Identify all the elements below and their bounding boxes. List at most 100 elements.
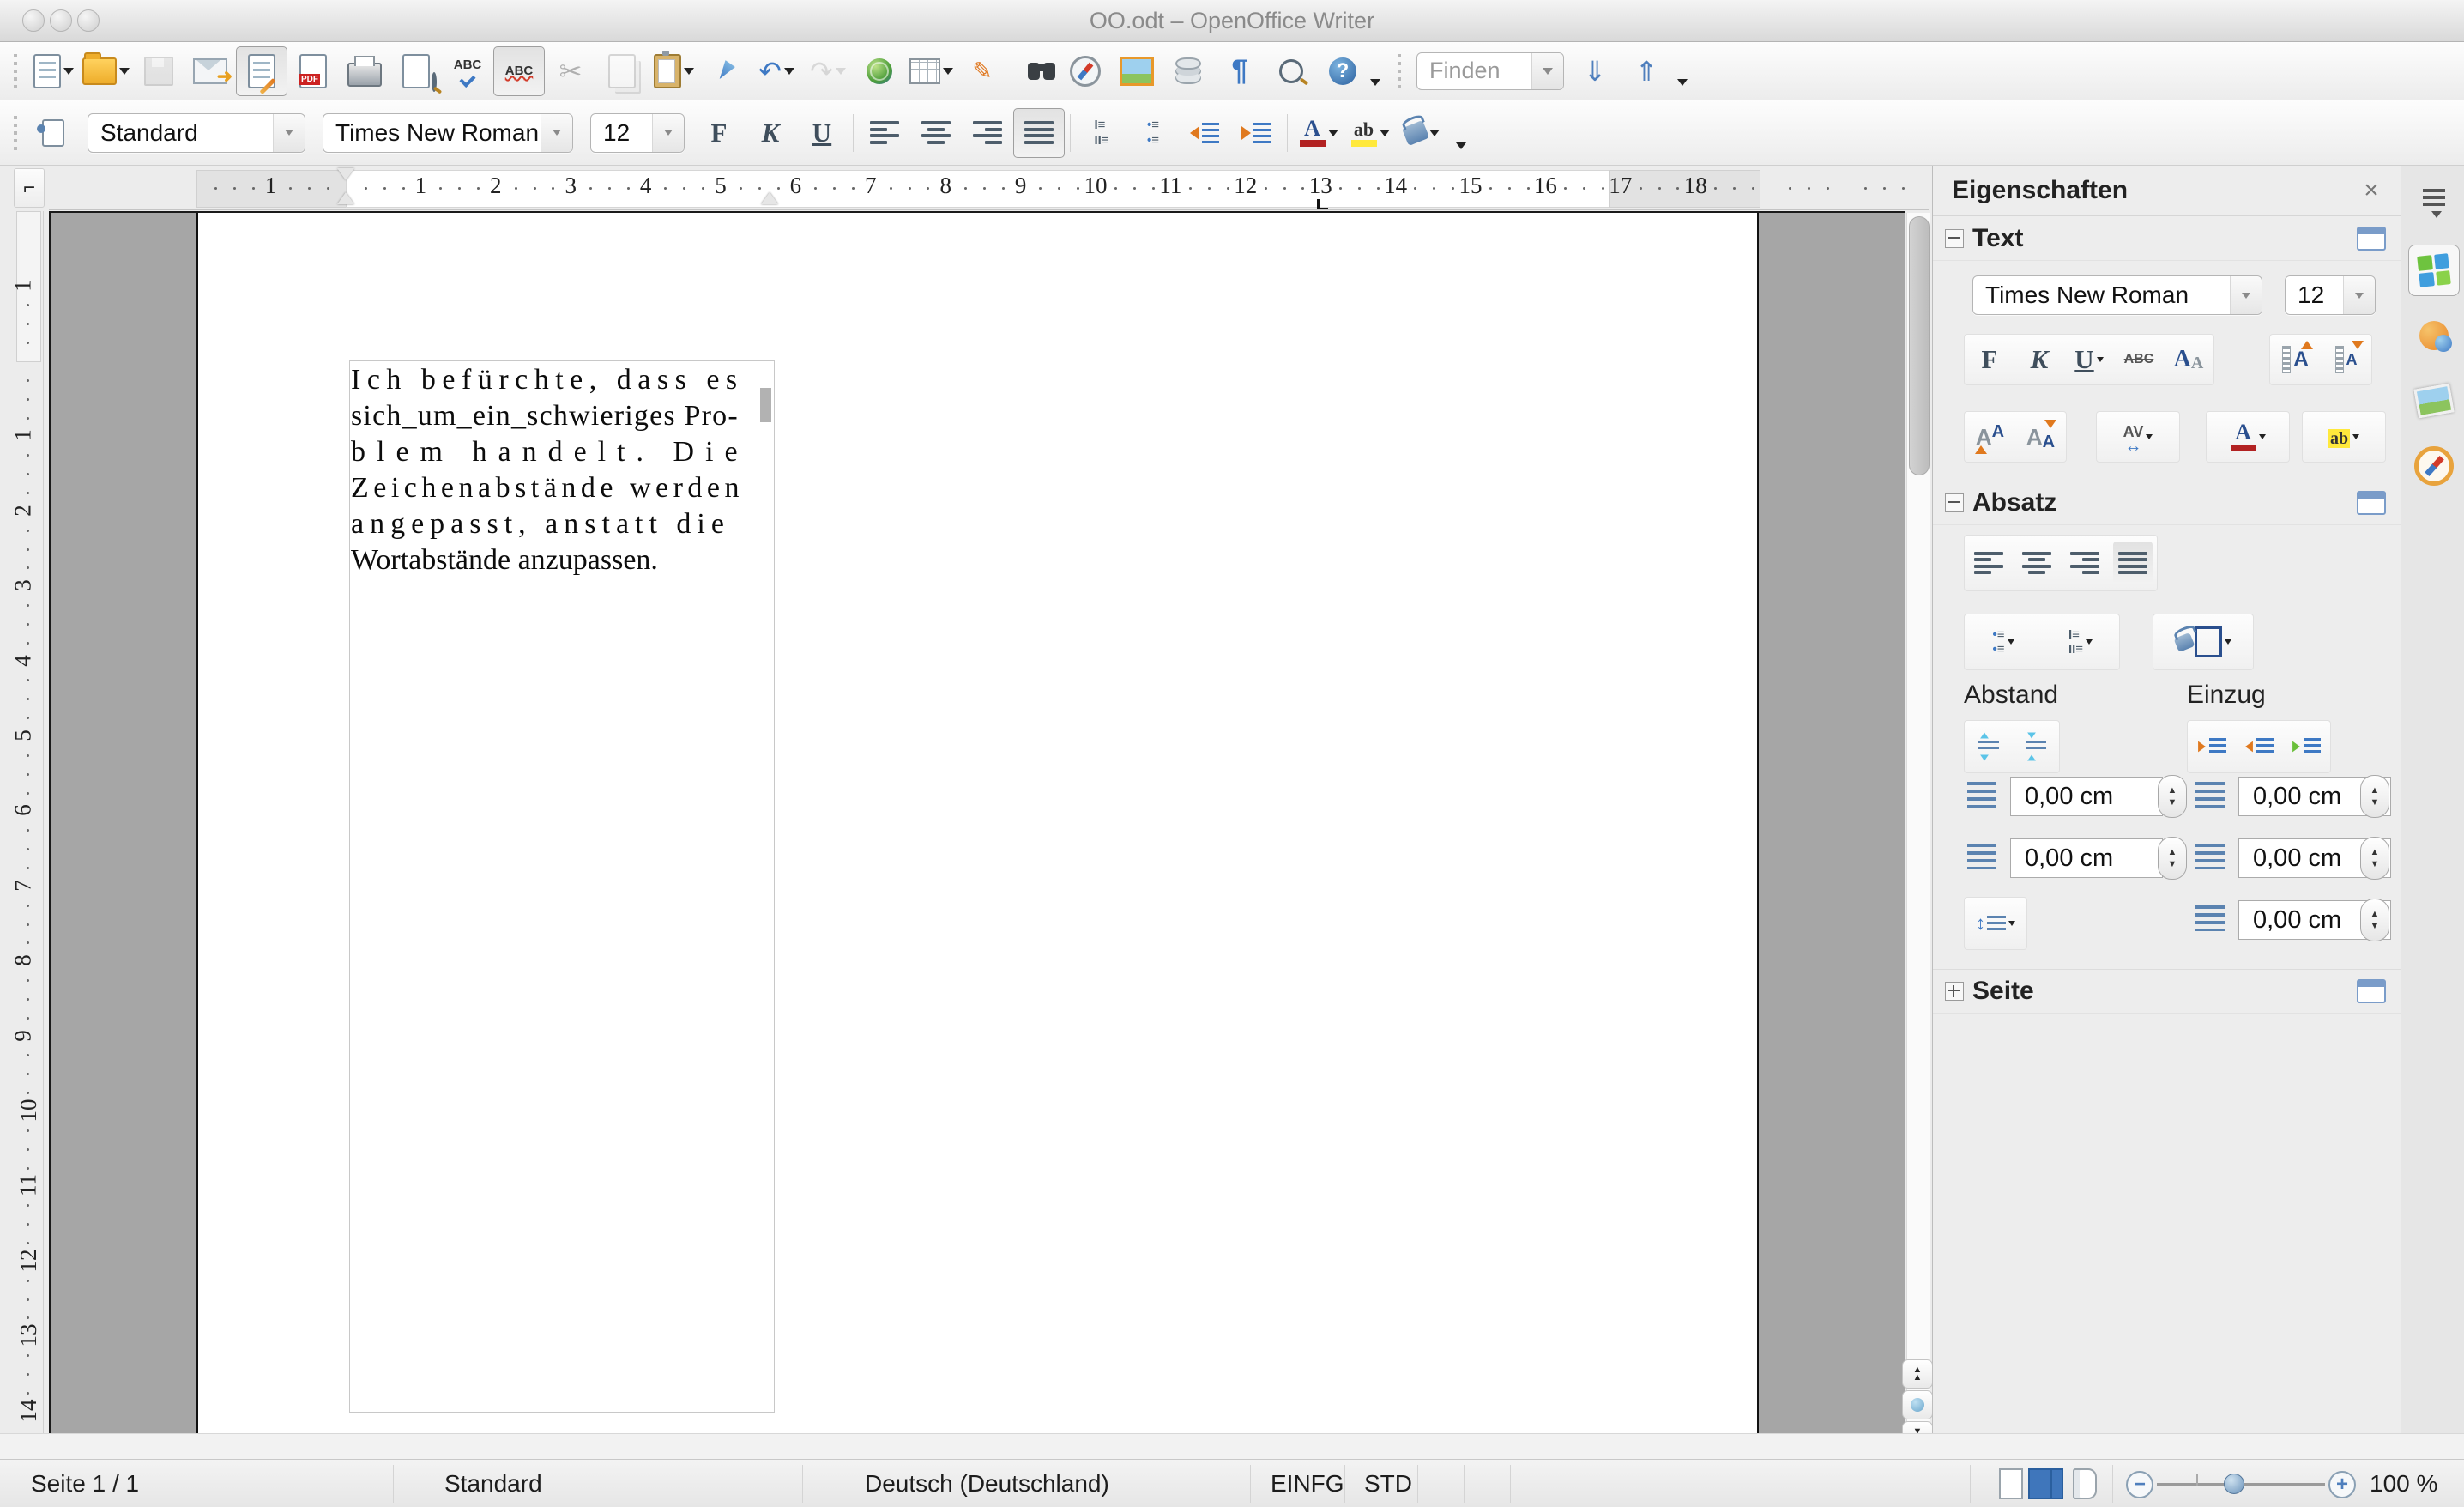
align-center-button[interactable] xyxy=(910,108,962,158)
zoom-slider-thumb[interactable] xyxy=(2224,1474,2244,1494)
sidebar-bold-button[interactable]: F xyxy=(1970,338,2009,381)
new-document-button[interactable] xyxy=(27,46,79,96)
sidebar-highlight-button[interactable]: ab xyxy=(2324,415,2364,458)
spacing-above-field[interactable]: 0,00 cm xyxy=(2010,777,2163,816)
vertical-scrollbar[interactable] xyxy=(1906,213,1930,1433)
sidebar-align-left-button[interactable] xyxy=(1969,542,2008,584)
text-line[interactable]: angepasst, anstatt die xyxy=(351,506,773,542)
strikethrough-button[interactable]: ABC xyxy=(2119,338,2159,381)
formatting-overflow-icon[interactable] xyxy=(1456,142,1466,149)
email-button[interactable]: ➜ xyxy=(184,46,236,96)
sidebar-font-color-button[interactable]: A xyxy=(2228,415,2268,458)
find-dropdown[interactable] xyxy=(1531,52,1563,89)
sidebar-underline-button[interactable]: U xyxy=(2069,338,2109,381)
single-page-view-button[interactable] xyxy=(1999,1468,2023,1499)
document-canvas[interactable]: Ich befürchte, dass es sich_um_ein_schwi… xyxy=(49,211,1905,1433)
zoom-out-button[interactable]: − xyxy=(2126,1471,2153,1498)
text-line[interactable]: sich_um_ein_schwieriges Pro- xyxy=(351,398,773,434)
data-sources-button[interactable] xyxy=(1163,46,1214,96)
increase-font-size-button[interactable]: A xyxy=(2276,338,2316,381)
status-insert-mode[interactable]: EINFG xyxy=(1271,1470,1344,1498)
numbered-list-button[interactable]: I≡ II≡ xyxy=(1076,108,1127,158)
paragraph-background-button[interactable] xyxy=(2173,620,2232,663)
right-indent-marker[interactable] xyxy=(761,192,778,204)
highlight-color-button[interactable]: ab xyxy=(1344,108,1396,158)
find-replace-button[interactable] xyxy=(1008,46,1060,96)
status-selection-mode[interactable]: STD xyxy=(1364,1470,1412,1498)
underline-button[interactable]: U xyxy=(796,108,848,158)
print-preview-button[interactable] xyxy=(390,46,442,96)
text-section-header[interactable]: Text xyxy=(1933,217,2401,261)
spacing-below-stepper[interactable]: ▲ ▼ xyxy=(2158,837,2187,880)
align-left-button[interactable] xyxy=(859,108,910,158)
navigator-button[interactable] xyxy=(1060,46,1111,96)
page-section-header[interactable]: Seite xyxy=(1933,969,2401,1014)
spacing-below-field[interactable]: 0,00 cm xyxy=(2010,838,2163,878)
tab-styles[interactable] xyxy=(2408,310,2460,361)
decrease-font-size-button[interactable]: A xyxy=(2327,338,2366,381)
autospellcheck-button[interactable]: ABC xyxy=(493,45,545,96)
change-case-button[interactable]: AA xyxy=(2169,338,2208,381)
draw-functions-button[interactable]: ✎ xyxy=(957,46,1008,96)
sidebar-settings-button[interactable] xyxy=(2408,178,2460,229)
font-name-combobox[interactable]: Times New Roman xyxy=(323,112,573,153)
horizontal-ruler[interactable]: 1 2 3 4 5 6 7 8 9 10 11 12 13 14 15 16 17 18 1 xyxy=(49,166,1929,210)
collapse-icon[interactable] xyxy=(1945,493,1964,512)
sidebar-align-center-button[interactable] xyxy=(2017,542,2056,584)
gallery-button[interactable] xyxy=(1111,46,1163,96)
indent-first-stepper[interactable]: ▲ ▼ xyxy=(2360,899,2389,941)
first-line-indent-marker[interactable] xyxy=(337,168,354,180)
size-dropdown-icon[interactable] xyxy=(652,113,684,152)
indent-before-stepper[interactable]: ▲ ▼ xyxy=(2360,775,2389,818)
zoom-in-button[interactable]: + xyxy=(2328,1471,2356,1498)
sidebar-justify-button[interactable] xyxy=(2113,542,2153,584)
sidebar-decrease-indent-button[interactable] xyxy=(2239,725,2279,768)
vertical-ruler[interactable]: 12345678910111213141 xyxy=(14,211,44,1433)
navigation-target-button[interactable] xyxy=(1902,1390,1933,1419)
text-line[interactable]: Ich befürchte, dass es xyxy=(351,362,773,398)
italic-button[interactable]: K xyxy=(745,108,796,158)
find-next-button[interactable]: ⇓ xyxy=(1569,46,1621,96)
edit-mode-button[interactable] xyxy=(236,45,287,96)
tab-stop-selector[interactable]: ⌐ xyxy=(14,168,45,208)
sidebar-font-dropdown-icon[interactable] xyxy=(2230,276,2262,314)
find-toolbar-drag-handle[interactable] xyxy=(1396,53,1403,88)
open-button[interactable] xyxy=(79,46,133,96)
tab-properties[interactable] xyxy=(2408,245,2460,296)
sidebar-increase-indent-button[interactable] xyxy=(2192,725,2231,768)
formatting-drag-handle[interactable] xyxy=(12,115,19,150)
text-line[interactable]: Wortabstände anzupassen. xyxy=(351,542,773,578)
paragraph-style-combobox[interactable]: Standard xyxy=(88,112,305,153)
sidebar-font-name-combobox[interactable]: Times New Roman xyxy=(1972,275,2262,315)
font-color-button[interactable]: A xyxy=(1293,108,1344,158)
paste-button[interactable] xyxy=(648,46,699,96)
superscript-button[interactable]: AA xyxy=(1971,415,2010,458)
spellcheck-button[interactable]: ABC xyxy=(442,46,493,96)
text-line[interactable]: Zeichenabstände werden xyxy=(351,470,773,506)
page-dialog-launcher-icon[interactable] xyxy=(2357,979,2386,1003)
sidebar-align-right-button[interactable] xyxy=(2065,542,2105,584)
tab-gallery[interactable] xyxy=(2408,375,2460,427)
multi-page-view-button[interactable] xyxy=(2028,1468,2052,1499)
help-button[interactable]: ? xyxy=(1317,46,1368,96)
frame-handle[interactable] xyxy=(760,388,771,422)
formatting-marks-button[interactable]: ¶ xyxy=(1214,46,1265,96)
close-sidebar-icon[interactable]: × xyxy=(2357,176,2386,205)
character-spacing-button[interactable]: AV ↔ xyxy=(2118,415,2158,458)
zoom-button[interactable] xyxy=(1265,46,1317,96)
sidebar-italic-button[interactable]: K xyxy=(2020,338,2059,381)
previous-page-button[interactable]: ▲ ▲ xyxy=(1902,1359,1933,1389)
spacing-above-stepper[interactable]: ▲ ▼ xyxy=(2158,775,2187,818)
bullet-list-button[interactable]: •≡ •≡ xyxy=(1127,108,1179,158)
status-language[interactable]: Deutsch (Deutschland) xyxy=(865,1470,1109,1498)
collapse-icon[interactable] xyxy=(1945,229,1964,248)
status-page-style[interactable]: Standard xyxy=(444,1470,542,1498)
sidebar-font-size-combobox[interactable]: 12 xyxy=(2285,275,2376,315)
export-pdf-button[interactable]: PDF xyxy=(287,46,339,96)
toolbar-overflow-icon[interactable] xyxy=(1370,78,1380,86)
font-dropdown-icon[interactable] xyxy=(541,113,572,152)
find-input[interactable]: Finden xyxy=(1416,51,1564,90)
scrollbar-thumb[interactable] xyxy=(1909,216,1930,475)
subscript-button[interactable]: AA xyxy=(2021,415,2061,458)
sidebar-bullet-list-button[interactable]: •≡ •≡ xyxy=(1984,620,2023,663)
